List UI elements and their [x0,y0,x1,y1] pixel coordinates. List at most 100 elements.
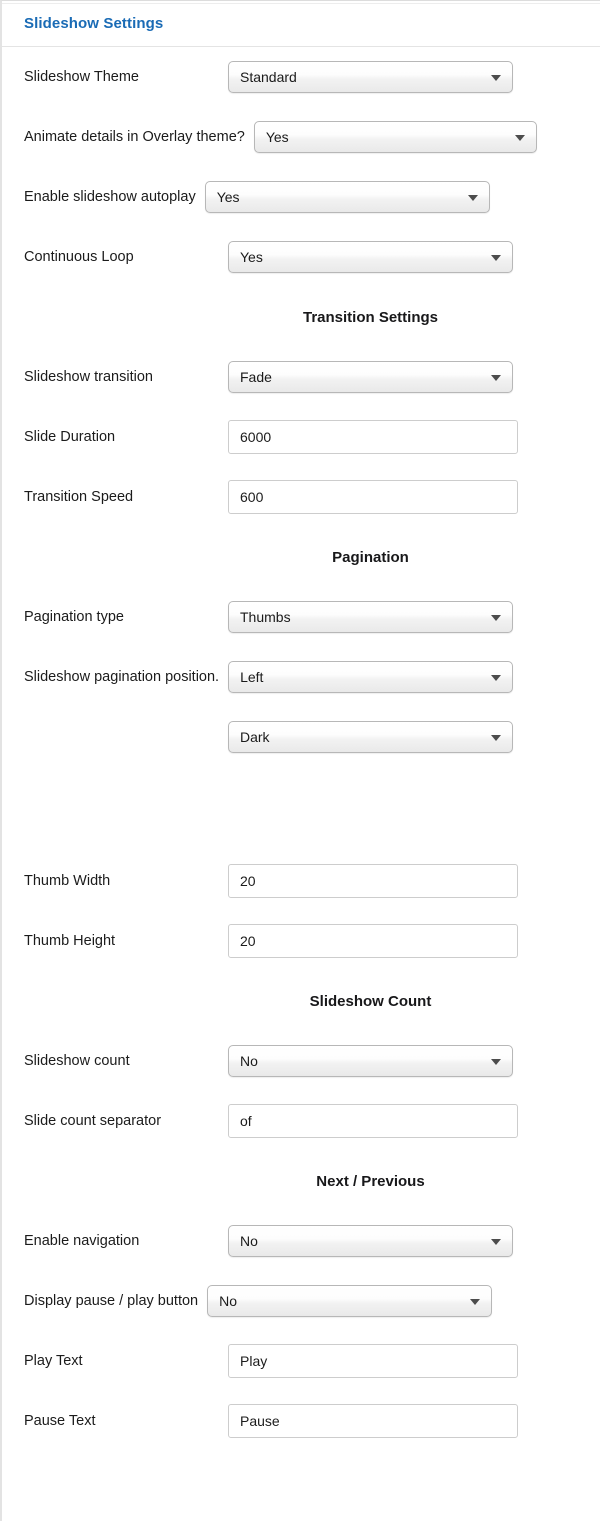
row-slideshow-transition: Slideshow transition Fade [2,347,600,407]
control-enable-autoplay: Yes [204,181,490,213]
label-slide-duration: Slide Duration [24,429,116,445]
select-display-pause-play[interactable]: No [207,1285,493,1317]
section-heading-count: Slideshow Count [2,971,600,1031]
label-enable-navigation: Enable navigation [24,1233,140,1249]
select-enable-navigation[interactable]: No [228,1225,513,1257]
row-slide-duration: Slide Duration 6000 [2,407,600,467]
label-slide-count-separator: Slide count separator [24,1113,162,1129]
label-display-pause-play: Display pause / play button [24,1293,199,1309]
control-thumb-height: 20 [228,924,518,958]
control-animate-details: Yes [253,121,537,153]
row-play-text: Play Text Play [2,1331,600,1391]
control-pagination-type: Thumbs [228,601,513,633]
chevron-down-icon [491,255,501,261]
row-slideshow-count: Slideshow count No [2,1031,600,1091]
input-transition-speed[interactable]: 600 [228,480,518,514]
row-thumb-width: Thumb Width 20 [2,851,600,911]
chevron-down-icon [491,735,501,741]
control-display-pause-play: No [207,1285,493,1317]
control-thumb-width: 20 [228,864,518,898]
chevron-down-icon [467,195,478,201]
select-slideshow-count[interactable]: No [228,1045,513,1077]
label-pagination-position: Slideshow pagination position. [24,669,220,685]
layout-tail-gap [2,1451,600,1479]
select-value-pagination-style: Dark [240,729,270,745]
select-value-display-pause-play: No [219,1293,238,1309]
settings-form: Slideshow Theme Standard Animate details… [2,47,600,1479]
row-slide-count-separator: Slide count separator of [2,1091,600,1151]
chevron-down-icon [491,375,501,381]
section-heading-nextprev: Next / Previous [2,1151,600,1211]
select-pagination-position[interactable]: Left [228,661,514,693]
select-enable-autoplay[interactable]: Yes [204,181,490,213]
control-pause-text: Pause [228,1404,518,1438]
section-heading-pagination: Pagination [2,527,600,587]
label-pause-text: Pause Text [24,1413,96,1429]
chevron-down-icon [491,1239,501,1245]
row-enable-navigation: Enable navigation No [2,1211,600,1271]
select-value-continuous-loop: Yes [240,249,263,265]
input-thumb-height[interactable]: 20 [228,924,518,958]
row-animate-details: Animate details in Overlay theme? Yes [2,107,600,167]
select-slideshow-theme[interactable]: Standard [228,61,513,93]
label-pagination-type: Pagination type [24,609,124,625]
select-continuous-loop[interactable]: Yes [228,241,513,273]
section-heading-transition: Transition Settings [2,287,600,347]
row-pagination-position: Slideshow pagination position. Left [2,647,600,707]
control-slideshow-transition: Fade [228,361,513,393]
chevron-down-icon [491,1059,501,1065]
select-value-animate-details: Yes [265,129,289,145]
label-transition-speed: Transition Speed [24,489,134,505]
row-pagination-type: Pagination type Thumbs [2,587,600,647]
control-enable-navigation: No [228,1225,513,1257]
label-play-text: Play Text [24,1353,83,1369]
chevron-down-icon [470,1299,481,1305]
input-thumb-width[interactable]: 20 [228,864,518,898]
select-value-slideshow-count: No [240,1053,258,1069]
label-enable-autoplay: Enable slideshow autoplay [24,189,196,205]
row-pause-text: Pause Text Pause [2,1391,600,1451]
control-slideshow-count: No [228,1045,513,1077]
select-value-slideshow-theme: Standard [240,69,297,85]
page-title: Slideshow Settings [24,15,164,32]
control-slide-duration: 6000 [228,420,518,454]
label-slideshow-theme: Slideshow Theme [24,69,139,85]
row-slideshow-theme: Slideshow Theme Standard [2,47,600,107]
control-transition-speed: 600 [228,480,518,514]
control-pagination-position: Left [228,661,514,693]
control-continuous-loop: Yes [228,241,513,273]
select-value-pagination-type: Thumbs [240,609,291,625]
label-thumb-height: Thumb Height [24,933,116,949]
select-animate-details[interactable]: Yes [253,121,537,153]
input-pause-text[interactable]: Pause [228,1404,518,1438]
slideshow-settings-panel: Slideshow Settings Slideshow Theme Stand… [0,0,600,1521]
label-slideshow-count: Slideshow count [24,1053,130,1069]
select-value-enable-navigation: No [240,1233,258,1249]
label-continuous-loop: Continuous Loop [24,249,134,265]
row-pagination-style: Dark [2,707,600,767]
input-slide-count-separator[interactable]: of [228,1104,518,1138]
select-value-slideshow-transition: Fade [240,369,272,385]
chevron-down-icon [491,615,501,621]
row-display-pause-play: Display pause / play button No [2,1271,600,1331]
select-pagination-style[interactable]: Dark [228,721,513,753]
input-play-text[interactable]: Play [228,1344,518,1378]
control-slideshow-theme: Standard [228,61,513,93]
layout-gap [2,767,600,851]
select-slideshow-transition[interactable]: Fade [228,361,513,393]
control-pagination-style: Dark [228,721,513,753]
panel-header: Slideshow Settings [2,1,600,47]
heading-text-nextprev: Next / Previous [316,1172,425,1190]
select-pagination-type[interactable]: Thumbs [228,601,513,633]
select-value-pagination-position: Left [240,669,264,685]
row-continuous-loop: Continuous Loop Yes [2,227,600,287]
heading-text-pagination: Pagination [332,548,409,566]
label-animate-details: Animate details in Overlay theme? [24,129,245,145]
chevron-down-icon [491,675,502,681]
label-thumb-width: Thumb Width [24,873,111,889]
row-transition-speed: Transition Speed 600 [2,467,600,527]
input-slide-duration[interactable]: 6000 [228,420,518,454]
label-slideshow-transition: Slideshow transition [24,369,153,385]
row-enable-autoplay: Enable slideshow autoplay Yes [2,167,600,227]
panel-top-divider [2,3,600,4]
